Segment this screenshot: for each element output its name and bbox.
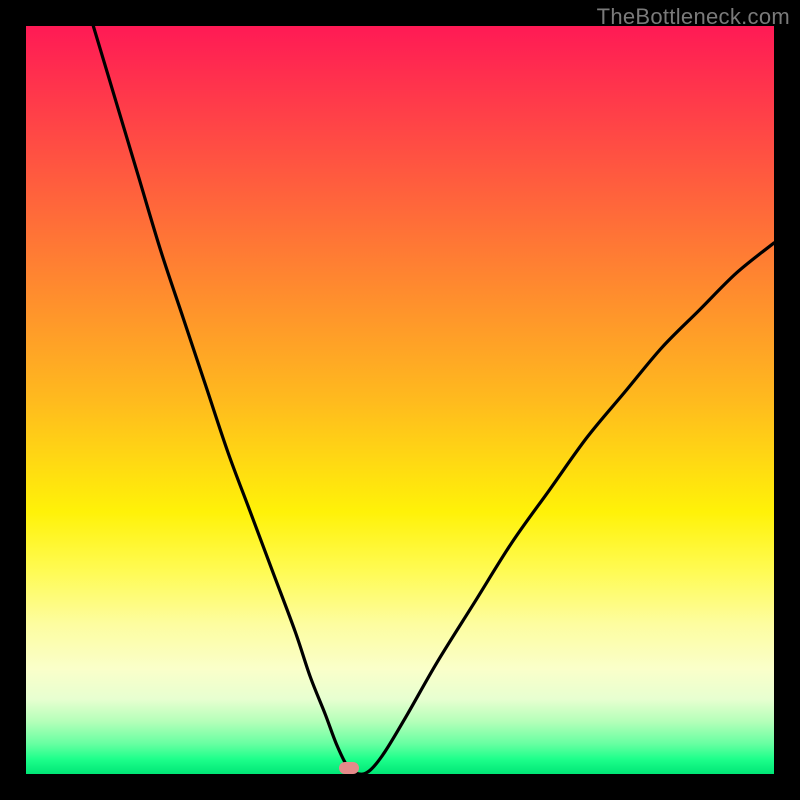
plot-area bbox=[26, 26, 774, 774]
chart-frame: TheBottleneck.com bbox=[0, 0, 800, 800]
optimal-point-marker bbox=[339, 762, 359, 774]
bottleneck-curve bbox=[26, 26, 774, 774]
